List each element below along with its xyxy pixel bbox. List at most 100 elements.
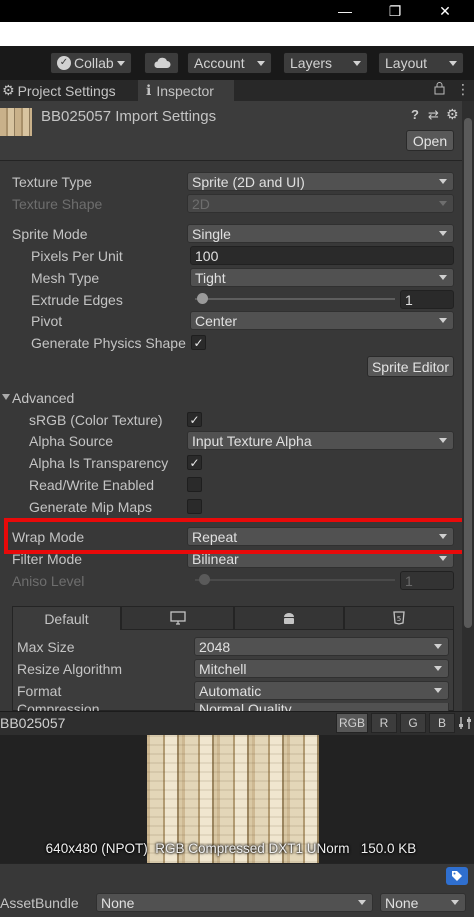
channel-r-button[interactable]: R	[371, 713, 397, 733]
chevron-down-icon	[353, 61, 361, 66]
pivot-dropdown[interactable]: Center	[190, 311, 454, 330]
layout-label: Layout	[385, 55, 428, 71]
tab-inspector[interactable]: ℹ Inspector	[138, 80, 234, 101]
foldout-arrow-icon[interactable]	[2, 394, 10, 400]
chevron-down-icon	[117, 61, 125, 66]
resize-algorithm-label: Resize Algorithm	[17, 661, 123, 677]
mip-maps-label: Generate Mip Maps	[29, 499, 152, 515]
help-icon[interactable]: ?	[411, 107, 419, 122]
mesh-type-dropdown[interactable]: Tight	[190, 268, 454, 287]
generate-physics-label: Generate Physics Shape	[31, 335, 186, 351]
mip-slider-icon[interactable]	[458, 715, 472, 731]
format-label: Format	[17, 683, 62, 699]
pivot-label: Pivot	[31, 313, 63, 329]
gear-icon: ⚙	[2, 82, 15, 98]
chevron-down-icon	[358, 900, 366, 905]
mip-maps-checkbox[interactable]	[187, 499, 202, 514]
wrap-mode-highlight	[4, 518, 466, 554]
chevron-down-icon	[449, 61, 457, 66]
extrude-edges-input[interactable]: 1	[400, 290, 454, 309]
tab-project-settings[interactable]: ⚙ Project Settings	[0, 80, 135, 101]
settings-icon[interactable]: ⚙	[446, 106, 459, 123]
texture-shape-label: Texture Shape	[12, 196, 103, 212]
tab-webgl[interactable]: 5	[344, 606, 454, 630]
pixels-per-unit-label: Pixels Per Unit	[31, 248, 123, 264]
variant-value: None	[385, 894, 419, 911]
chevron-down-icon	[434, 666, 442, 671]
mesh-type-label: Mesh Type	[31, 270, 100, 286]
srgb-label: sRGB (Color Texture)	[29, 412, 163, 428]
restore-button[interactable]: ❐	[372, 0, 418, 22]
chevron-down-icon	[439, 556, 447, 561]
resize-algorithm-dropdown[interactable]: Mitchell	[194, 659, 449, 678]
layers-dropdown[interactable]: Layers	[283, 52, 368, 74]
minimize-button[interactable]: —	[322, 0, 368, 22]
account-label: Account	[194, 55, 245, 71]
channel-g-button[interactable]: G	[400, 713, 426, 733]
extrude-slider-track[interactable]	[195, 298, 395, 300]
collab-label: Collab	[74, 55, 114, 71]
srgb-checkbox[interactable]: ✓	[187, 412, 202, 427]
chevron-down-icon	[439, 201, 447, 206]
aniso-level-label: Aniso Level	[12, 573, 85, 589]
channel-b-button[interactable]: B	[429, 713, 455, 733]
cloud-icon	[153, 57, 170, 68]
aniso-level-input: 1	[400, 571, 454, 590]
alpha-source-dropdown[interactable]: Input Texture Alpha	[187, 431, 454, 450]
open-button[interactable]: Open	[406, 130, 454, 151]
resize-algorithm-value: Mitchell	[199, 660, 247, 677]
extrude-slider-knob[interactable]	[197, 293, 208, 304]
pixels-per-unit-input[interactable]: 100	[190, 246, 454, 265]
format-value: Automatic	[199, 682, 262, 699]
compression-value: Normal Quality	[199, 703, 292, 711]
read-write-checkbox[interactable]	[187, 477, 202, 492]
preview-name: BB025057	[0, 715, 66, 731]
alpha-source-label: Alpha Source	[29, 433, 114, 449]
sprite-mode-dropdown[interactable]: Single	[187, 224, 454, 243]
tab-inspector-label: Inspector	[156, 82, 214, 99]
tab-android[interactable]	[234, 606, 344, 630]
chevron-down-icon	[439, 231, 447, 236]
texture-thumbnail	[0, 108, 32, 136]
channel-rgb-button[interactable]: RGB	[336, 713, 368, 733]
cloud-button[interactable]	[144, 52, 179, 74]
monitor-icon	[169, 611, 186, 625]
variant-dropdown[interactable]: None	[380, 893, 466, 912]
chevron-down-icon	[434, 688, 442, 693]
generate-physics-checkbox[interactable]: ✓	[191, 335, 206, 350]
compression-label: Compression	[17, 703, 100, 711]
chevron-down-icon	[439, 275, 447, 280]
info-icon: ℹ	[146, 82, 152, 98]
texture-type-dropdown[interactable]: Sprite (2D and UI)	[187, 172, 454, 191]
alpha-transparency-checkbox[interactable]: ✓	[187, 455, 202, 470]
tab-project-settings-label: Project Settings	[17, 82, 116, 99]
sprite-mode-label: Sprite Mode	[12, 226, 88, 242]
assetbundle-value: None	[101, 894, 135, 911]
texture-type-label: Texture Type	[12, 174, 92, 190]
compression-dropdown[interactable]: Normal Quality	[194, 703, 449, 711]
tab-default[interactable]: Default	[12, 606, 121, 630]
texture-shape-value: 2D	[192, 195, 210, 212]
layout-dropdown[interactable]: Layout	[378, 52, 464, 74]
advanced-foldout-label[interactable]: Advanced	[12, 390, 74, 406]
preset-icon[interactable]: ⇄	[428, 107, 439, 123]
pivot-value: Center	[195, 312, 238, 329]
layers-label: Layers	[290, 55, 333, 71]
max-size-dropdown[interactable]: 2048	[194, 637, 449, 656]
lock-icon[interactable]	[434, 82, 445, 98]
kebab-menu-icon[interactable]: ⋮	[456, 81, 470, 98]
scrollbar-thumb[interactable]	[464, 118, 472, 628]
tab-standalone[interactable]	[121, 606, 234, 630]
svg-text:5: 5	[397, 615, 401, 623]
chevron-down-icon	[257, 61, 265, 66]
close-button[interactable]: ✕	[422, 0, 468, 22]
assetbundle-dropdown[interactable]: None	[96, 893, 373, 912]
sprite-editor-button[interactable]: Sprite Editor	[367, 356, 454, 377]
format-dropdown[interactable]: Automatic	[194, 681, 449, 700]
sprite-mode-value: Single	[192, 225, 231, 242]
label-tag-icon[interactable]	[446, 867, 468, 885]
texture-type-value: Sprite (2D and UI)	[192, 173, 305, 190]
chevron-down-icon	[434, 644, 442, 649]
collab-dropdown[interactable]: ✓ Collab	[50, 52, 132, 74]
account-dropdown[interactable]: Account	[187, 52, 272, 74]
